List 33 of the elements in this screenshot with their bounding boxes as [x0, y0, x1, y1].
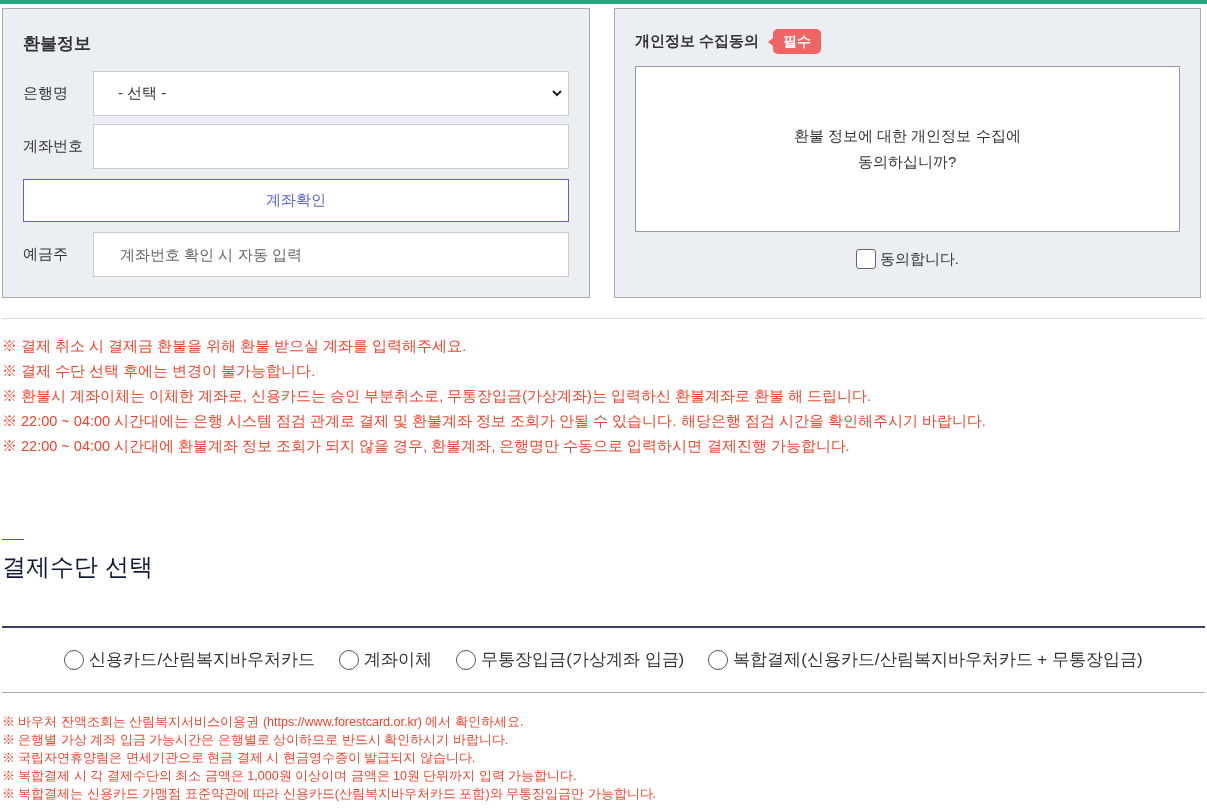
notice-text: ※ 결제 취소 시 결제금 환불을 위해 환불 받으실 계좌를 입력해주세요. [2, 337, 468, 356]
agree-label: 동의합니다. [879, 249, 959, 269]
field-label: 계좌번호 [23, 135, 84, 156]
verify-account-button[interactable]: 계좌확인 [23, 178, 569, 222]
payment-option-label: 무통장입금(가상계좌 입금) [481, 649, 685, 672]
account-holder-field[interactable]: 계좌번호 확인 시 자동 입력 [93, 231, 569, 277]
payment-radio[interactable] [64, 650, 85, 670]
consent-message-line: 동의하십니까? [858, 152, 957, 172]
payment-option-label: 계좌이체 [364, 649, 433, 672]
field-label: 예금주 [23, 243, 69, 264]
field-label: 은행명 [23, 82, 69, 103]
payment-note: ※ 바우처 잔액조회는 산림복지서비스이용권 (https://www.forestcard.or.kr) 에서 확인하세요. [2, 714, 525, 731]
section-title: 결제수단 선택 [2, 552, 154, 582]
notice-text: ※ 결제 수단 선택 후에는 변경이 불가능합니다. [2, 362, 317, 381]
payment-radio[interactable] [456, 650, 477, 670]
panel-title: 개인정보 수집동의 [634, 31, 759, 52]
account-number-field[interactable] [93, 123, 569, 169]
panel-title: 환불정보 [23, 33, 92, 55]
payment-option-label: 신용카드/산림복지바우처카드 [89, 649, 316, 672]
notice-text: ※ 22:00 ~ 04:00 시간대에는 은행 시스템 점검 관계로 결제 및 환불계좌 정보 조회가 안될 수 있습니다. 해당은행 점검 시간을 확인해주시기 바랍니다. [2, 412, 987, 431]
notice-text: ※ 22:00 ~ 04:00 시간대에 환불계좌 정보 조회가 되지 않을 경우, 환불계좌, 은행명만 수동으로 입력하시면 결제진행 가능합니다. [2, 437, 851, 456]
bank-select[interactable]: - 선택 - [93, 70, 569, 116]
chevron-down-icon [551, 89, 562, 97]
payment-note: ※ 은행별 가상 계좌 입금 가능시간은 은행별로 상이하므로 반드시 확인하시기 바랍니다. [2, 732, 510, 749]
consent-message-line: 환불 정보에 대한 개인정보 수집에 [793, 126, 1021, 146]
payment-option-label: 복합결제(신용카드/산림복지바우처카드 + 무통장입금) [733, 649, 1143, 672]
payment-note: ※ 복합결제 시 각 결제수단의 최소 금액은 1,000원 이상이며 금액은 10원 단위까지 입력 가능합니다. [2, 768, 578, 785]
payment-radio[interactable] [708, 650, 729, 670]
agree-checkbox[interactable] [855, 249, 876, 270]
payment-note: ※ 복합결제는 신용카드 가맹점 표준약관에 따라 신용카드(산림복지바우처카드 포함)와 무통장입금만 가능합니다. [2, 786, 658, 803]
notice-text: ※ 환불시 계좌이체는 이체한 계좌로, 신용카드는 승인 부분취소로, 무통장입금(가상계좌)는 입력하신 환불계좌로 환불 해 드립니다. [2, 387, 873, 406]
payment-note: ※ 국립자연휴양림은 면세기관으로 현금 결제 시 현금영수증이 발급되지 않습니다. [2, 750, 477, 767]
payment-radio[interactable] [339, 650, 360, 670]
